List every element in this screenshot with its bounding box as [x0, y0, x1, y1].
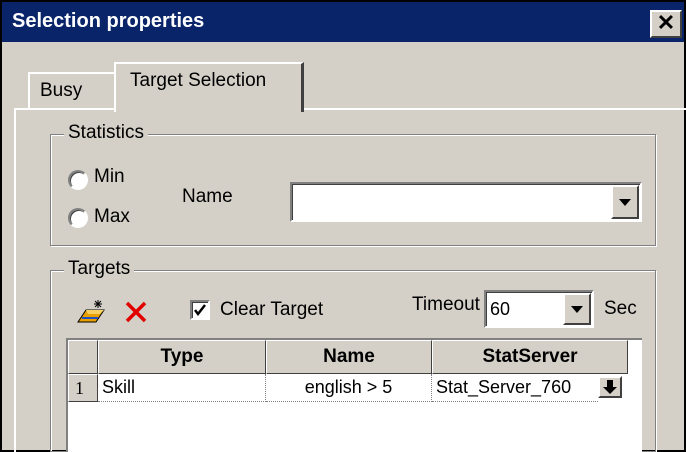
table-row[interactable]: 1 Skill english > 5 Stat_Server_760	[68, 374, 628, 402]
timeout-dropdown-button[interactable]	[563, 293, 591, 325]
column-header-statserver[interactable]: StatServer	[432, 340, 628, 374]
grid-corner-header	[68, 340, 98, 374]
min-radio[interactable]	[68, 170, 88, 190]
column-header-name-label: Name	[323, 346, 375, 367]
statserver-dropdown-button[interactable]	[598, 376, 622, 398]
column-header-type[interactable]: Type	[98, 340, 266, 374]
tab-busy-label: Busy	[40, 80, 83, 101]
column-header-name[interactable]: Name	[266, 340, 432, 374]
cell-statserver[interactable]: Stat_Server_760	[432, 374, 598, 402]
tab-busy[interactable]: Busy	[28, 72, 116, 110]
name-dropdown-button[interactable]	[611, 185, 639, 219]
max-label: Max	[94, 206, 130, 227]
row-index: 1	[75, 378, 84, 398]
targets-legend: Targets	[64, 258, 135, 280]
cell-name[interactable]: english > 5	[266, 374, 432, 402]
column-header-statserver-label: StatServer	[482, 346, 578, 367]
window-title: Selection properties	[12, 10, 205, 32]
tab-target-selection-label: Target Selection	[130, 70, 267, 91]
arrow-down-icon	[603, 380, 617, 394]
checkmark-icon	[194, 304, 206, 317]
close-icon: ✕	[656, 10, 676, 35]
targets-grid[interactable]: Type Name StatServer 1 Skill english > 5…	[66, 338, 642, 452]
min-label: Min	[94, 166, 125, 187]
row-header[interactable]: 1	[68, 374, 98, 402]
title-bar[interactable]: Selection properties ✕	[2, 2, 684, 42]
timeout-combobox[interactable]: 60	[484, 290, 594, 328]
timeout-label: Timeout	[412, 294, 480, 315]
timeout-unit: Sec	[604, 298, 637, 319]
clear-target-checkbox[interactable]	[190, 300, 210, 320]
name-combobox[interactable]	[290, 182, 642, 222]
tab-target-selection[interactable]: Target Selection	[114, 62, 304, 112]
timeout-value: 60	[490, 299, 511, 319]
name-label: Name	[182, 186, 233, 207]
delete-icon[interactable]	[124, 300, 148, 324]
max-radio[interactable]	[68, 208, 88, 228]
chevron-down-icon	[571, 306, 583, 313]
add-target-icon[interactable]	[76, 300, 106, 324]
clear-target-label: Clear Target	[220, 299, 324, 320]
statistics-legend: Statistics	[64, 122, 149, 144]
close-button[interactable]: ✕	[650, 10, 682, 38]
column-header-type-label: Type	[160, 346, 204, 367]
chevron-down-icon	[619, 199, 631, 206]
cell-type[interactable]: Skill	[98, 374, 266, 402]
